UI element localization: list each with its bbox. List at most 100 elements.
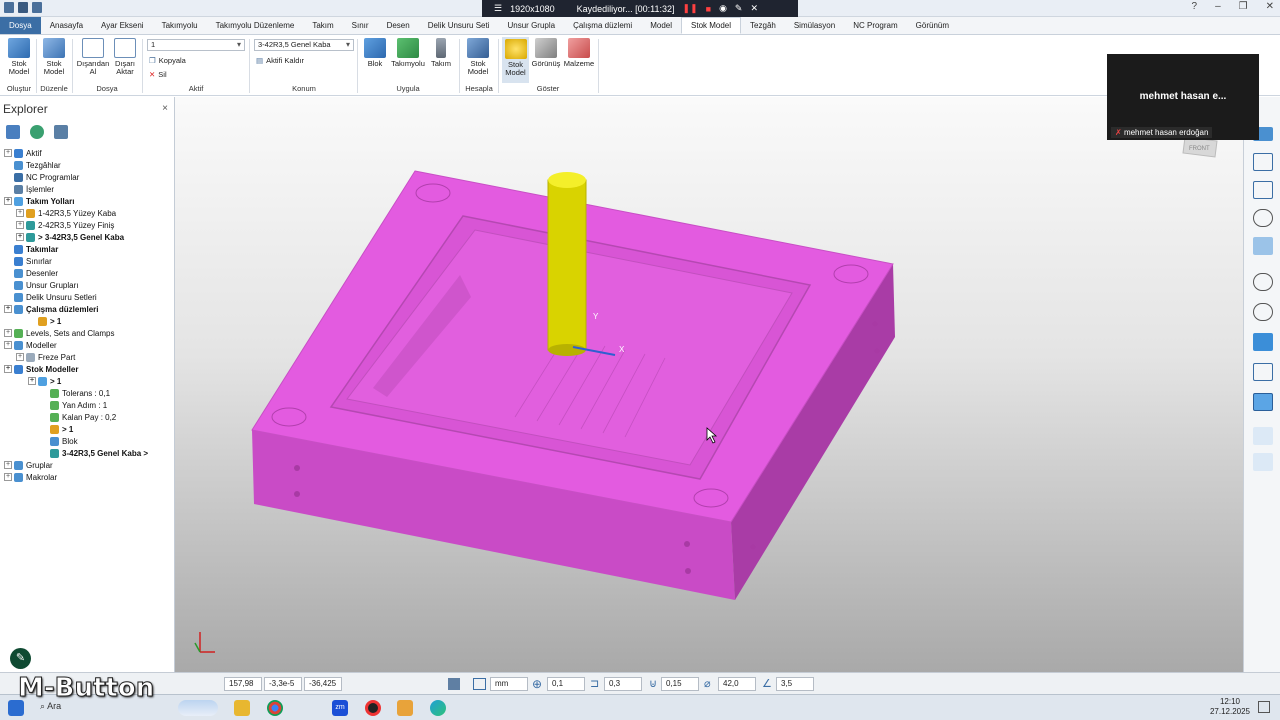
expand-icon[interactable]: + bbox=[4, 305, 12, 313]
tree-item[interactable]: + Makrolar bbox=[4, 471, 57, 483]
thickness-field[interactable]: 0,3 bbox=[604, 677, 642, 691]
globe-icon[interactable] bbox=[30, 125, 44, 139]
tree-item[interactable]: +Unsur Grupları bbox=[4, 279, 78, 291]
zoom-box-icon[interactable] bbox=[1253, 273, 1273, 291]
material-button[interactable]: Malzeme bbox=[563, 38, 595, 68]
pen-annotation-icon[interactable]: ✎ bbox=[10, 648, 31, 669]
tab-tezgah[interactable]: Tezgâh bbox=[741, 17, 785, 34]
undo-view-icon[interactable] bbox=[1253, 453, 1273, 471]
deactivate-button[interactable]: ▤ Aktifi Kaldır bbox=[256, 56, 304, 65]
tree-item[interactable]: +3-42R3,5 Genel Kaba > bbox=[40, 447, 148, 459]
shaded-wire-icon[interactable] bbox=[1253, 393, 1273, 411]
trash-icon[interactable] bbox=[54, 125, 68, 139]
grid-icon[interactable] bbox=[473, 678, 486, 690]
tree-item[interactable]: + Levels, Sets and Clamps bbox=[4, 327, 115, 339]
edge-icon[interactable] bbox=[430, 700, 446, 716]
minimize-button[interactable]: – bbox=[1215, 1, 1221, 12]
apply-tool-button[interactable]: Takım bbox=[429, 38, 453, 68]
zoom-app-icon[interactable]: zm bbox=[332, 700, 348, 716]
tab-ayar-ekseni[interactable]: Ayar Ekseni bbox=[92, 17, 153, 34]
camera-icon[interactable]: ◉ bbox=[719, 3, 727, 14]
tree-item[interactable]: + Çalışma düzlemleri bbox=[4, 303, 98, 315]
expand-icon[interactable]: + bbox=[4, 197, 12, 205]
zoom-participant-window[interactable]: mehmet hasan e... ✗ mehmet hasan erdoğan bbox=[1107, 54, 1259, 140]
tolerance-field[interactable]: 0,1 bbox=[547, 677, 585, 691]
calculate-stock-model-button[interactable]: Stok Model bbox=[464, 38, 492, 76]
tab-model[interactable]: Model bbox=[641, 17, 681, 34]
expand-icon[interactable]: + bbox=[16, 353, 24, 361]
wireframe-icon[interactable] bbox=[1253, 363, 1273, 381]
help-icon[interactable]: ? bbox=[1192, 1, 1198, 12]
close-button[interactable]: ✕ bbox=[1266, 1, 1274, 12]
tab-dosya[interactable]: Dosya bbox=[0, 17, 41, 34]
tree-item[interactable]: +NC Programlar bbox=[4, 171, 79, 183]
view-iso-icon[interactable] bbox=[1253, 153, 1273, 171]
save-icon[interactable] bbox=[18, 2, 28, 13]
tree-view-icon[interactable] bbox=[6, 125, 20, 139]
active-stock-combo[interactable]: 1 bbox=[147, 39, 245, 51]
tree-item[interactable]: + Aktif bbox=[4, 147, 42, 159]
tree-item[interactable]: + Gruplar bbox=[4, 459, 53, 471]
pen-icon[interactable]: ✎ bbox=[735, 3, 743, 14]
close-recording-icon[interactable]: ✕ bbox=[750, 3, 758, 14]
expand-icon[interactable]: + bbox=[4, 329, 12, 337]
tab-delik-unsuru-seti[interactable]: Delik Unsuru Seti bbox=[419, 17, 499, 34]
show-stock-model-button[interactable]: Stok Model bbox=[502, 37, 529, 83]
tab-nc-program[interactable]: NC Program bbox=[844, 17, 906, 34]
tree-item[interactable]: +Desenler bbox=[4, 267, 58, 279]
tree-item[interactable]: +1-42R3,5 Yüzey Kaba bbox=[16, 207, 116, 219]
zoom-fit-icon[interactable] bbox=[1253, 303, 1273, 321]
view-button[interactable]: Görünüş bbox=[532, 38, 560, 68]
menu-icon[interactable]: ☰ bbox=[494, 3, 502, 14]
view-cube-icon[interactable] bbox=[1253, 181, 1273, 199]
file-explorer-icon[interactable] bbox=[234, 700, 250, 716]
tab-anasayfa[interactable]: Anasayfa bbox=[41, 17, 92, 34]
expand-icon[interactable]: + bbox=[16, 209, 24, 217]
apply-block-button[interactable]: Blok bbox=[362, 38, 388, 68]
tree-item[interactable]: + Freze Part bbox=[16, 351, 75, 363]
stepover-field[interactable]: 0,15 bbox=[661, 677, 699, 691]
tree-item[interactable]: +Kalan Pay : 0,2 bbox=[40, 411, 116, 423]
tree-item[interactable]: +Takımlar bbox=[4, 243, 58, 255]
radius-field[interactable]: 3,5 bbox=[776, 677, 814, 691]
expand-icon[interactable]: + bbox=[28, 377, 36, 385]
tab-takimyolu[interactable]: Takımyolu bbox=[153, 17, 207, 34]
app-icon[interactable] bbox=[4, 2, 14, 13]
record-icon[interactable] bbox=[365, 700, 381, 716]
tree-item[interactable]: + Modeller bbox=[4, 339, 57, 351]
weather-widget[interactable] bbox=[178, 700, 218, 716]
clock[interactable]: 12:10 27.12.2025 bbox=[1210, 697, 1250, 717]
tree-item[interactable]: +Tezgâhlar bbox=[4, 159, 61, 171]
expand-icon[interactable]: + bbox=[4, 341, 12, 349]
pause-icon[interactable]: ❚❚ bbox=[683, 3, 698, 14]
tree-item[interactable]: +Blok bbox=[40, 435, 78, 447]
tree-item[interactable]: +> 1 bbox=[40, 423, 73, 435]
expand-icon[interactable]: + bbox=[16, 221, 24, 229]
zoom-icon[interactable] bbox=[1253, 209, 1273, 227]
tab-desen[interactable]: Desen bbox=[378, 17, 419, 34]
calculator-icon[interactable] bbox=[448, 678, 460, 690]
stop-icon[interactable]: ■ bbox=[706, 4, 711, 14]
tree-item[interactable]: +Sınırlar bbox=[4, 255, 52, 267]
tree-item[interactable]: +Tolerans : 0,1 bbox=[40, 387, 110, 399]
apply-toolpath-button[interactable]: Takımyolu bbox=[391, 38, 425, 68]
maximize-button[interactable]: ❐ bbox=[1239, 1, 1248, 12]
close-icon[interactable]: × bbox=[162, 103, 168, 114]
tree-item[interactable]: +> 1 bbox=[28, 315, 61, 327]
create-stock-model-button[interactable]: Stok Model bbox=[6, 38, 32, 76]
tree-item[interactable]: + > 3-42R3,5 Genel Kaba bbox=[16, 231, 124, 243]
tab-stok-model[interactable]: Stok Model bbox=[681, 17, 742, 34]
expand-icon[interactable]: + bbox=[4, 461, 12, 469]
tab-sinir[interactable]: Sınır bbox=[343, 17, 378, 34]
diameter-field[interactable]: 42,0 bbox=[718, 677, 756, 691]
expand-icon[interactable]: + bbox=[4, 473, 12, 481]
expand-icon[interactable]: + bbox=[4, 149, 12, 157]
shaded-icon[interactable] bbox=[1253, 333, 1273, 351]
unit-field[interactable]: mm bbox=[490, 677, 528, 691]
rotate-icon[interactable] bbox=[1253, 237, 1273, 255]
delete-button[interactable]: ✕ Sil bbox=[149, 70, 167, 79]
export-button[interactable]: Dışarı Aktar bbox=[112, 38, 138, 76]
select-icon[interactable] bbox=[1253, 427, 1273, 445]
tree-item[interactable]: +Delik Unsuru Setleri bbox=[4, 291, 97, 303]
tree-item[interactable]: +2-42R3,5 Yüzey Finiş bbox=[16, 219, 114, 231]
